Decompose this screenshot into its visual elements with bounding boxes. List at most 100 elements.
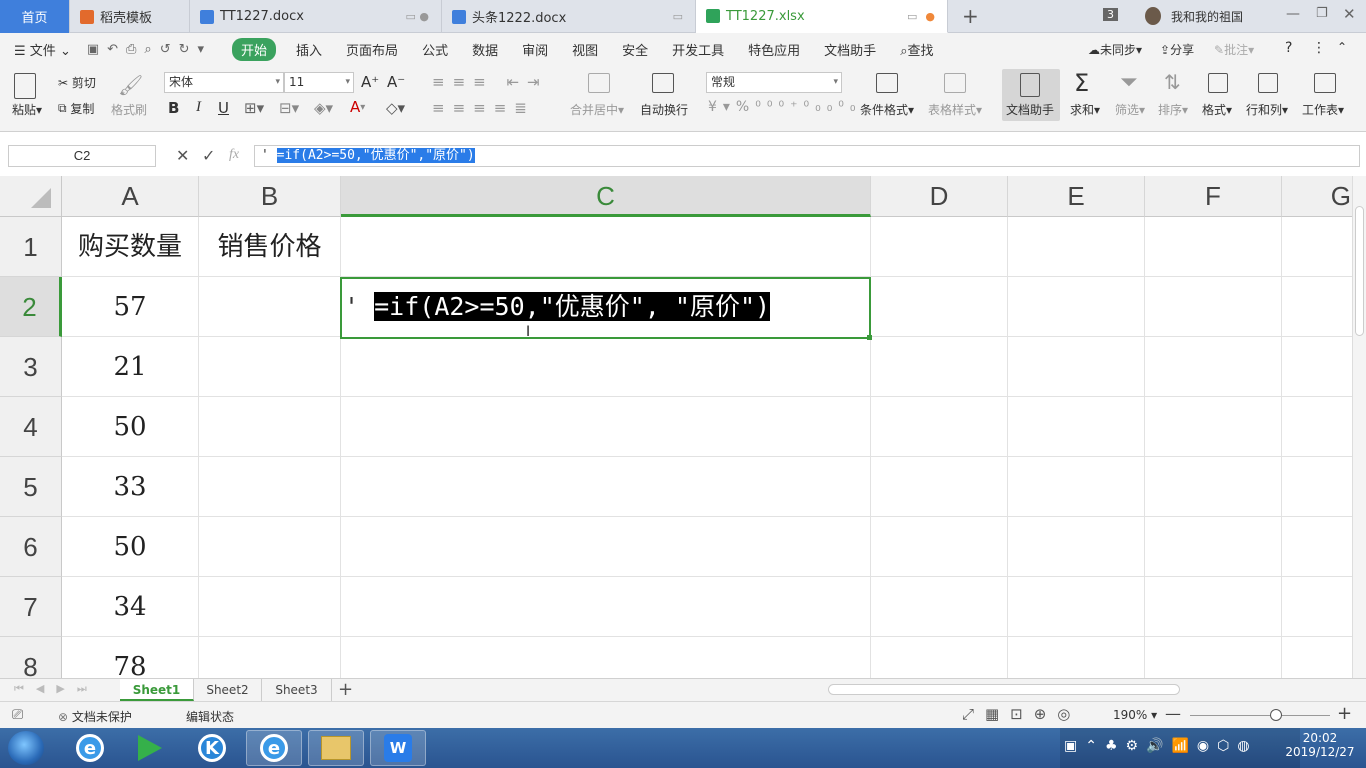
active-cell-c2[interactable]: ' =if(A2>=50,"优惠价", "原价") [340,277,872,340]
fx-icon[interactable]: fx [229,147,239,163]
row-header[interactable]: 5 [0,457,62,517]
tray-icons[interactable]: ▣⌃♣⚙🔊📶◉⬡◍ [1064,738,1258,754]
number-format-select[interactable]: 常规 [706,72,842,93]
fill-color-icon[interactable]: ◈▾ [314,99,333,117]
zoom-select[interactable]: 190% ▾ [1113,708,1157,722]
tab-doc-toutiao[interactable]: 头条1222.docx ▭ [442,0,696,33]
cell-b8[interactable] [199,637,341,678]
cell-a5[interactable]: 33 [62,457,199,517]
filter-button[interactable]: 筛选 ▾ [1115,101,1145,118]
confirm-icon[interactable]: ✓ [202,146,215,165]
new-tab-icon[interactable]: + [962,4,979,28]
menu-tab-features[interactable]: 特色应用 [736,40,812,59]
zoom-in-icon[interactable]: + [1337,703,1352,724]
number-format-icons[interactable]: ¥▾%⁰⁰⁰⁺⁰₀₀⁰₀ [708,99,862,115]
clear-format-icon[interactable]: ◇▾ [386,99,405,117]
clock[interactable]: 20:02 2019/12/27 [1285,731,1355,759]
column-header-f[interactable]: F [1145,176,1282,217]
column-header-c[interactable]: C [341,176,871,217]
select-all-corner[interactable] [0,176,62,217]
restore-icon[interactable]: ❐ [1316,6,1328,21]
merge-center-button[interactable]: 合并居中 ▾ [570,101,624,118]
menu-tab-home[interactable]: 开始 [232,37,277,61]
vertical-scrollbar[interactable] [1352,176,1366,678]
row-header[interactable]: 8 [0,637,62,678]
column-header-e[interactable]: E [1008,176,1145,217]
row-header[interactable]: 7 [0,577,62,637]
tab-close-icon[interactable]: ▭ ● [907,10,935,23]
row-header[interactable]: 1 [0,217,62,277]
quick-access-toolbar[interactable]: ▣↶⎙⌕↺↻▾ [83,42,224,57]
cell-a7[interactable]: 34 [62,577,199,637]
worksheet-button[interactable]: 工作表 ▾ [1302,101,1344,118]
paste-button[interactable]: 粘贴 ▾ [12,101,42,118]
cell-b5[interactable] [199,457,341,517]
sort-button[interactable]: 排序 ▾ [1158,101,1188,118]
copy-button[interactable]: ⧉ 复制 [58,100,94,117]
row-header[interactable]: 3 [0,337,62,397]
add-sheet-icon[interactable]: + [338,679,353,700]
protect-status[interactable]: ⊗ 文档未保护 [58,708,132,725]
column-header-b[interactable]: B [199,176,341,217]
sum-button[interactable]: 求和 ▾ [1070,101,1100,118]
cell-b1[interactable]: 销售价格 [199,217,341,277]
search-button[interactable]: ⌕查找 [888,40,945,59]
cell-b3[interactable] [199,337,341,397]
column-header-g[interactable]: G [1282,176,1352,217]
fill-handle[interactable] [867,335,872,340]
cell-a2[interactable]: 57 [62,277,199,337]
menu-tab-doc-assistant[interactable]: 文档助手 [812,40,888,59]
taskbar-ie-open[interactable]: e [246,730,302,766]
column-header-d[interactable]: D [871,176,1008,217]
conditional-format-button[interactable]: 条件格式 ▾ [860,101,914,118]
format-painter-button[interactable]: 格式刷 [111,101,147,118]
cell-b2[interactable] [199,277,341,337]
format-button[interactable]: 格式 ▾ [1202,101,1232,118]
spreadsheet-grid[interactable]: A B C D E F G 1 2 3 4 5 6 7 8 购买数量 57 21… [0,176,1352,678]
menu-tab-formula[interactable]: 公式 [410,40,460,59]
help-icon[interactable]: ? [1285,40,1292,56]
taskbar-ie[interactable]: e [62,730,118,766]
row-header[interactable]: 2 [0,277,62,337]
menu-tab-insert[interactable]: 插入 [284,40,334,59]
menu-tab-view[interactable]: 视图 [560,40,610,59]
horizontal-scrollbar[interactable] [798,683,1328,697]
cell-a3[interactable]: 21 [62,337,199,397]
tab-close-icon[interactable]: ▭ ● [406,10,430,23]
sheet-tab-2[interactable]: Sheet2 [194,679,262,701]
page-setup-icon[interactable]: ⎚ [12,707,23,723]
user-name[interactable]: 我和我的祖国 [1171,8,1243,25]
vertical-scroll-thumb[interactable] [1355,206,1364,336]
zoom-slider-thumb[interactable] [1270,709,1282,721]
cell-a1[interactable]: 购买数量 [62,217,199,277]
zoom-slider[interactable] [1190,715,1330,716]
menu-tab-data[interactable]: 数据 [460,40,510,59]
sync-status[interactable]: ☁未同步▾ [1088,41,1142,58]
font-name-select[interactable]: 宋体 [164,72,284,93]
cell-a4[interactable]: 50 [62,397,199,457]
row-col-button[interactable]: 行和列 ▾ [1246,101,1288,118]
view-mode-icons[interactable]: ⤢▦⊡⊕◎ [962,705,1081,723]
underline-icon[interactable]: U [218,99,229,117]
annotate-button[interactable]: ✎批注▾ [1214,41,1254,58]
table-style-button[interactable]: 表格样式 ▾ [928,101,982,118]
increase-font-icon[interactable]: A⁺ [361,73,379,91]
taskbar-wps[interactable]: W [370,730,426,766]
menu-tab-security[interactable]: 安全 [610,40,660,59]
sheet-tab-3[interactable]: Sheet3 [262,679,332,701]
minimize-icon[interactable]: — [1286,6,1300,22]
cell-a6[interactable]: 50 [62,517,199,577]
tab-doc-tt1227[interactable]: TT1227.docx ▭ ● [190,0,442,33]
share-button[interactable]: ⇪分享 [1160,41,1194,58]
paste-icon[interactable] [14,71,40,101]
taskbar-explorer[interactable] [308,730,364,766]
menu-tab-page-layout[interactable]: 页面布局 [334,40,410,59]
cell-b6[interactable] [199,517,341,577]
horizontal-scroll-thumb[interactable] [828,684,1180,695]
close-icon[interactable]: ✕ [1343,5,1356,23]
cancel-icon[interactable]: ✕ [176,146,189,165]
name-box[interactable]: C2 [8,145,156,167]
font-color-icon[interactable]: A ▾ [350,98,365,116]
decrease-font-icon[interactable]: A⁻ [387,73,405,91]
wrap-text-button[interactable]: 自动换行 [640,101,688,118]
